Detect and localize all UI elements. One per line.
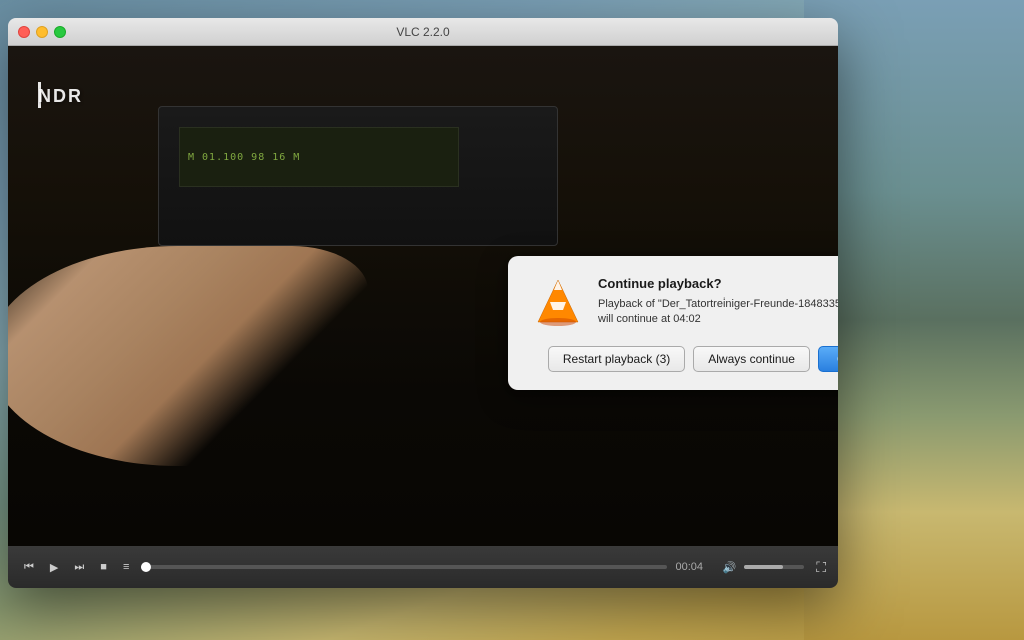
time-display: 00:04 [675,561,710,573]
vlc-cone-icon [532,276,584,328]
dialog-title: Continue playback? [598,276,838,291]
fast-forward-button[interactable]: ⏭ [70,559,88,576]
video-area[interactable]: M 01.100 98 16 M NDR [8,46,838,546]
continue-button[interactable]: Continue [818,346,838,372]
volume-icon[interactable]: 🔊 [718,559,740,576]
title-bar-buttons [18,26,66,38]
progress-dot [141,562,151,572]
dialog-text-area: Continue playback? Playback of "Der_Tato… [598,276,838,328]
hand-element [8,246,368,466]
dialog-buttons: Restart playback (3) Always continue Con… [532,346,838,372]
dialog-header: Continue playback? Playback of "Der_Tato… [532,276,838,328]
radio-display: M 01.100 98 16 M [179,127,459,187]
fullscreen-button[interactable]: ⛶ [816,559,826,576]
ndr-watermark: NDR [38,86,83,107]
play-button[interactable]: ▶ [46,559,62,576]
progress-bar[interactable] [141,565,667,569]
close-button[interactable] [18,26,30,38]
radio-digits: M 01.100 98 16 M [188,152,300,163]
rewind-button[interactable]: ⏮ [20,559,38,576]
minimize-button[interactable] [36,26,48,38]
restart-playback-button[interactable]: Restart playback (3) [548,346,685,372]
control-bar: ⏮ ▶ ⏭ ■ ≡ 00:04 🔊 ⛶ [8,546,838,588]
continue-dialog: Continue playback? Playback of "Der_Tato… [508,256,838,390]
radio-panel: M 01.100 98 16 M [158,106,558,246]
playlist-button[interactable]: ≡ [119,559,133,575]
stop-button[interactable]: ■ [96,559,111,575]
maximize-button[interactable] [54,26,66,38]
dialog-message: Playback of "Der_Tatortrei̇niger-Freunde… [598,297,838,328]
volume-slider[interactable] [744,565,804,569]
volume-area: 🔊 [718,559,804,576]
always-continue-button[interactable]: Always continue [693,346,810,372]
window-title: VLC 2.2.0 [396,25,449,39]
vlc-window: VLC 2.2.0 M 01.100 98 16 M NDR [8,18,838,588]
title-bar: VLC 2.2.0 [8,18,838,46]
volume-fill [744,565,783,569]
